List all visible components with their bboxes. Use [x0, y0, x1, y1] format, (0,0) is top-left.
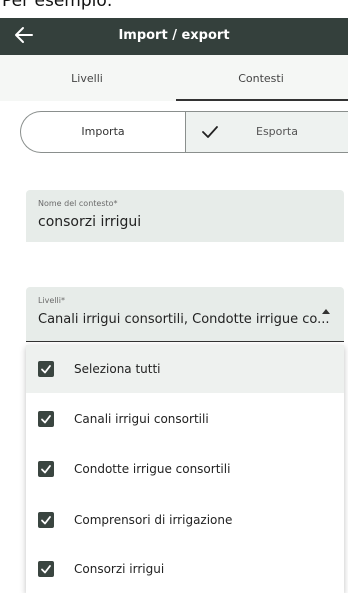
context-name-label: Nome del contesto*: [38, 199, 118, 208]
import-export-toggle: Importa Esporta: [20, 111, 348, 153]
page-title: Import / export: [118, 28, 230, 43]
levels-value: Canali irrigui consortili, Condotte irri…: [38, 312, 330, 327]
option-label: Condotte irrigue consortili: [74, 462, 231, 476]
app-bar: Import / export: [0, 18, 348, 55]
context-name-field[interactable]: Nome del contesto* consorzi irrigui: [26, 190, 344, 242]
option-select-all[interactable]: Seleziona tutti: [26, 345, 344, 393]
export-segment-label: Esporta: [256, 125, 298, 138]
option-condotte-irrigue[interactable]: Condotte irrigue consortili: [26, 445, 344, 493]
checkbox-checked-icon[interactable]: [38, 361, 54, 377]
export-segment-button[interactable]: Esporta: [185, 112, 348, 152]
checkbox-checked-icon[interactable]: [38, 561, 54, 577]
option-comprensori[interactable]: Comprensori di irrigazione: [26, 496, 344, 544]
levels-select[interactable]: Livelli* Canali irrigui consortili, Cond…: [26, 287, 344, 342]
levels-dropdown-menu: Seleziona tutti Canali irrigui consortil…: [26, 345, 344, 593]
caption-text: Per esempio:: [0, 0, 348, 18]
tab-contesti[interactable]: Contesti: [174, 55, 348, 101]
checkbox-checked-icon[interactable]: [38, 411, 54, 427]
tab-livelli[interactable]: Livelli: [0, 55, 174, 101]
tab-bar: Livelli Contesti: [0, 55, 348, 101]
option-label: Canali irrigui consortili: [74, 412, 209, 426]
active-tab-indicator: [176, 99, 348, 101]
checkbox-checked-icon[interactable]: [38, 512, 54, 528]
checkbox-checked-icon[interactable]: [38, 461, 54, 477]
arrow-left-icon: [15, 27, 33, 43]
levels-label: Livelli*: [38, 296, 66, 305]
context-name-value: consorzi irrigui: [38, 214, 142, 230]
option-label: Comprensori di irrigazione: [74, 513, 233, 527]
checkmark-icon: [202, 126, 218, 138]
option-label: Seleziona tutti: [74, 362, 161, 376]
dropdown-arrow-up-icon[interactable]: [322, 309, 330, 314]
option-consorzi-irrigui[interactable]: Consorzi irrigui: [26, 545, 344, 593]
option-label: Consorzi irrigui: [74, 562, 165, 576]
import-segment-button[interactable]: Importa: [21, 112, 185, 152]
option-canali-irrigui[interactable]: Canali irrigui consortili: [26, 395, 344, 443]
back-button[interactable]: [12, 23, 36, 47]
caption-label: Per esempio:: [2, 0, 113, 11]
